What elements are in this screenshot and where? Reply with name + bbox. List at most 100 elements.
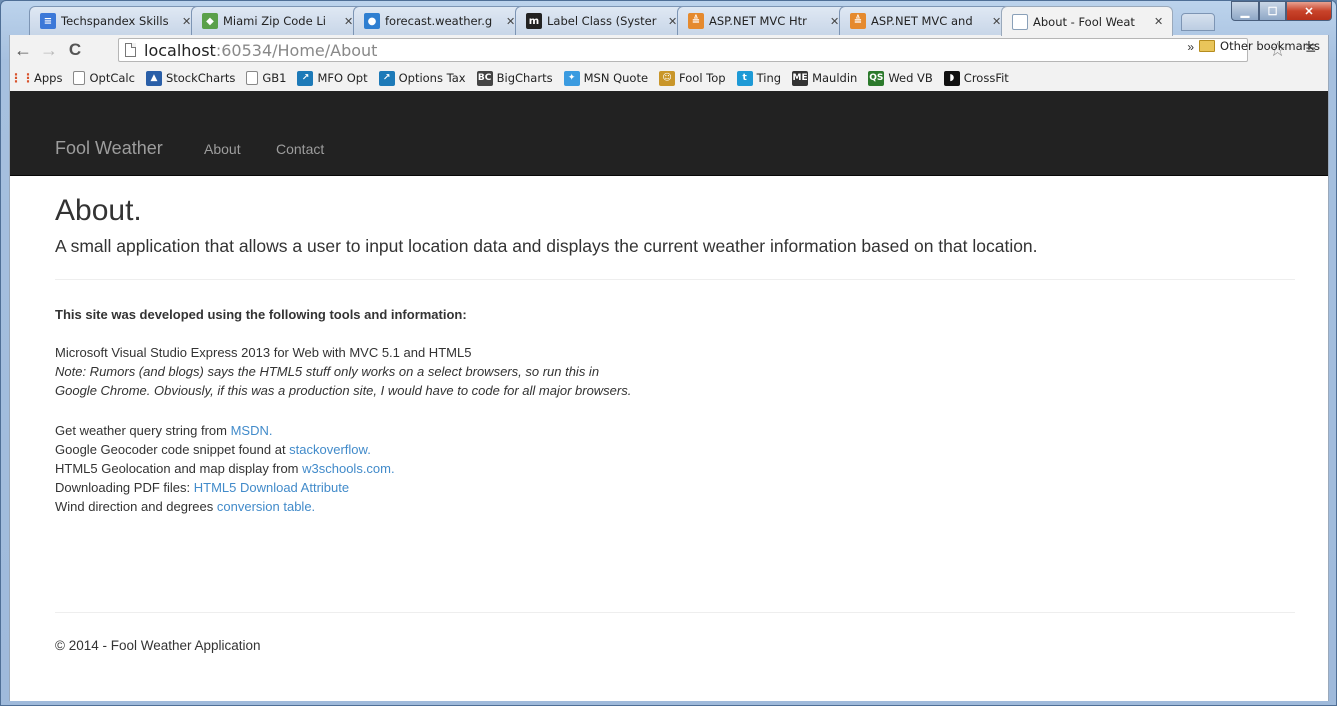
- close-window-button[interactable]: ✕: [1286, 1, 1332, 21]
- page-icon: [246, 71, 259, 85]
- ting-icon: t: [736, 70, 753, 86]
- bookmark-label: Fool Top: [679, 71, 726, 85]
- bookmark-item[interactable]: ✦ MSN Quote: [563, 70, 648, 86]
- tools-heading: This site was developed using the follow…: [55, 307, 467, 322]
- html5-download-attribute-link[interactable]: HTML5 Download Attribute: [194, 480, 349, 495]
- minimize-button[interactable]: ▁: [1231, 1, 1259, 21]
- stackoverflow-icon: ≜: [688, 13, 704, 29]
- folder-icon: [1199, 40, 1216, 52]
- conversion-table-link[interactable]: conversion table.: [217, 499, 315, 514]
- note-line: Google Chrome. Obviously, if this was a …: [55, 383, 632, 398]
- forward-arrow-icon[interactable]: →: [36, 38, 62, 62]
- page-lead: A small application that allows a user t…: [55, 236, 1038, 256]
- bookmark-item[interactable]: QS Wed VB: [868, 70, 933, 86]
- qs-icon: QS: [868, 70, 885, 86]
- bookmark-item[interactable]: ME Mauldin: [792, 70, 858, 86]
- tab-about-fool-weather[interactable]: About - Fool Weat ✕: [1001, 6, 1173, 36]
- bookmark-item[interactable]: ◗ CrossFit: [943, 70, 1009, 86]
- bookmarks-bar: ⋮⋮ Apps OptCalc ▲ StockCharts GB1 ↗ MFO Opt ↗ Opt…: [10, 65, 1328, 91]
- credit-line: Get weather query string from MSDN.: [55, 421, 1295, 440]
- maps-icon: ◆: [202, 13, 218, 29]
- tools-paragraph: Microsoft Visual Studio Express 2013 for…: [55, 343, 1295, 400]
- bookmark-label: OptCalc: [89, 71, 135, 85]
- bookmark-label: Options Tax: [398, 71, 466, 85]
- bookmark-label: StockCharts: [165, 71, 236, 85]
- tab-aspnet-mvc-1[interactable]: ≜ ASP.NET MVC Htr ✕: [677, 6, 849, 35]
- tab-title: Miami Zip Code Li: [223, 14, 326, 28]
- tab-title: About - Fool Weat: [1033, 14, 1135, 29]
- credits-paragraph: Get weather query string from MSDN. Goog…: [55, 421, 1295, 516]
- tab-title: forecast.weather.g: [385, 14, 493, 28]
- tab-label-class[interactable]: m Label Class (Syster ✕: [515, 6, 687, 35]
- credit-text: Google Geocoder code snippet found at: [55, 442, 290, 457]
- tool-line: Microsoft Visual Studio Express 2013 for…: [55, 345, 472, 360]
- bookmark-label: GB1: [262, 71, 287, 85]
- bookmark-item[interactable]: GB1: [246, 71, 286, 85]
- bookmark-item[interactable]: OptCalc: [73, 71, 135, 85]
- bookmark-item[interactable]: BC BigCharts: [476, 70, 553, 86]
- bookmark-label: Wed VB: [888, 71, 933, 85]
- bookmark-item[interactable]: ▲ StockCharts: [145, 70, 236, 86]
- browser-toolbar: ← → C localhost:60534/Home/About ☆ ≡ ⋮⋮ A…: [9, 35, 1329, 91]
- bookmark-label: Ting: [756, 71, 782, 85]
- bookmark-item[interactable]: ☺ Fool Top: [659, 70, 726, 86]
- bookmark-label: MFO Opt: [317, 71, 368, 85]
- tab-miami-zip[interactable]: ◆ Miami Zip Code Li ✕: [191, 6, 363, 35]
- credit-text: Downloading PDF files:: [55, 480, 194, 495]
- back-arrow-icon[interactable]: ←: [10, 38, 36, 62]
- site-brand-link[interactable]: Fool Weather: [55, 138, 163, 159]
- divider: [55, 279, 1295, 280]
- footer-divider: [55, 612, 1295, 613]
- other-bookmarks-button[interactable]: Other bookmarks: [1199, 39, 1320, 53]
- bookmark-label: BigCharts: [496, 71, 553, 85]
- new-tab-button[interactable]: [1181, 13, 1215, 31]
- bookmark-item[interactable]: ↗ Options Tax: [378, 70, 466, 86]
- bookmark-item[interactable]: ↗ MFO Opt: [297, 70, 368, 86]
- browser-window: ≡ Techspandex Skills ✕ ◆ Miami Zip Code …: [0, 0, 1337, 706]
- tab-aspnet-mvc-2[interactable]: ≜ ASP.NET MVC and ✕: [839, 6, 1011, 35]
- document-icon: ≡: [40, 13, 56, 29]
- page-icon: [73, 71, 86, 85]
- site-footer: © 2014 - Fool Weather Application: [55, 638, 261, 653]
- credit-line: HTML5 Geolocation and map display from w…: [55, 459, 1295, 478]
- stackoverflow-link[interactable]: stackoverflow.: [289, 442, 371, 457]
- maximize-button[interactable]: ☐: [1259, 1, 1286, 21]
- site-navbar: Fool Weather About Contact: [10, 91, 1328, 176]
- apps-grid-icon: ⋮⋮: [10, 71, 34, 85]
- w3schools-link[interactable]: w3schools.com.: [302, 461, 394, 476]
- credit-text: Wind direction and degrees: [55, 499, 217, 514]
- bookmark-label: Mauldin: [812, 71, 858, 85]
- bookmark-label: Apps: [34, 71, 63, 85]
- tab-title: ASP.NET MVC Htr: [709, 14, 807, 28]
- credit-line: Downloading PDF files: HTML5 Download At…: [55, 478, 1295, 497]
- tab-title: Label Class (Syster: [547, 14, 657, 28]
- stackoverflow-icon: ≜: [850, 13, 866, 29]
- fool-icon: ☺: [659, 70, 676, 86]
- note-line: Note: Rumors (and blogs) says the HTML5 …: [55, 364, 600, 379]
- credit-text: HTML5 Geolocation and map display from: [55, 461, 303, 476]
- weather-icon: ●: [364, 13, 380, 29]
- credit-line: Wind direction and degrees conversion ta…: [55, 497, 1295, 516]
- credit-line: Google Geocoder code snippet found at st…: [55, 440, 1295, 459]
- tab-strip: ≡ Techspandex Skills ✕ ◆ Miami Zip Code …: [1, 1, 1337, 36]
- reload-icon[interactable]: C: [62, 38, 88, 62]
- address-bar[interactable]: localhost:60534/Home/About: [118, 38, 1248, 62]
- tab-techspandex[interactable]: ≡ Techspandex Skills ✕: [29, 6, 201, 35]
- nav-contact-link[interactable]: Contact: [276, 141, 324, 157]
- tab-forecast[interactable]: ● forecast.weather.g ✕: [353, 6, 525, 35]
- bookmark-item[interactable]: t Ting: [736, 70, 782, 86]
- nav-about-link[interactable]: About: [204, 141, 241, 157]
- msdn-link[interactable]: MSDN.: [231, 423, 273, 438]
- credit-text: Get weather query string from: [55, 423, 231, 438]
- bookmarks-overflow-button[interactable]: »: [1187, 40, 1194, 54]
- page-viewport: Fool Weather About Contact About. A smal…: [9, 91, 1329, 701]
- page-icon: [1012, 13, 1028, 30]
- url-text: localhost:60534/Home/About: [144, 41, 377, 60]
- bookmark-item[interactable]: ⋮⋮ Apps: [10, 71, 63, 86]
- tab-title: ASP.NET MVC and: [871, 14, 973, 28]
- msdn-icon: m: [526, 13, 542, 29]
- bookmark-label: CrossFit: [963, 71, 1009, 85]
- close-icon[interactable]: ✕: [1154, 15, 1166, 28]
- page-title: About.: [55, 194, 142, 227]
- page-icon: [125, 43, 136, 57]
